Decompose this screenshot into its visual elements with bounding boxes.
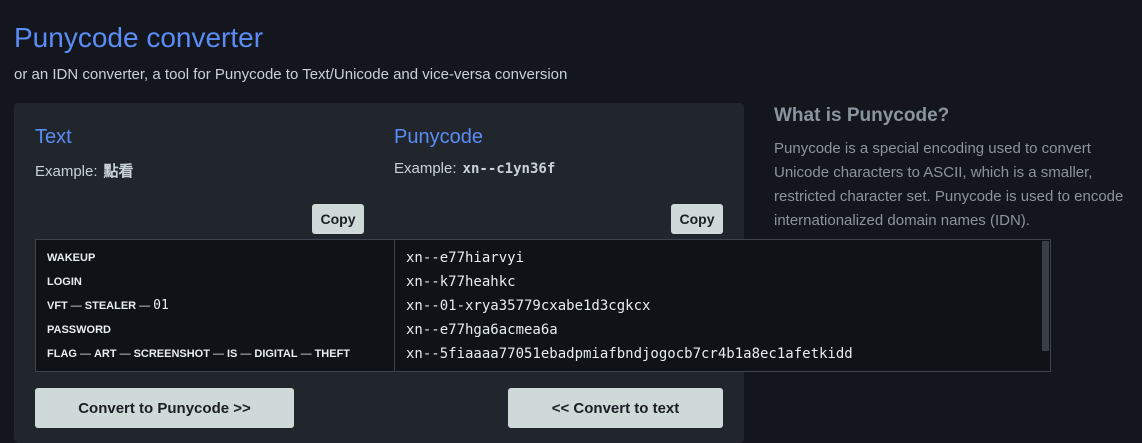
text-example-label: Example: (35, 163, 98, 180)
text-word: SCREENSHOT (133, 348, 210, 360)
punycode-line: xn--k77heahkc (406, 274, 516, 290)
separator-dash: — (139, 300, 151, 312)
separator-dash: — (119, 348, 131, 360)
conversion-io-box: WAKEUP LOGIN VFT — STEALER —01 PASSWORD FLAG — AR… (35, 239, 1051, 372)
text-line: VFT — STEALER —01 (47, 296, 394, 320)
separator-dash: — (70, 300, 82, 312)
text-word: LOGIN (47, 276, 82, 288)
text-word: 01 (153, 298, 169, 313)
text-word: DIGITAL (254, 348, 298, 360)
text-word: STEALER (84, 300, 137, 312)
info-heading: What is Punycode? (774, 105, 950, 126)
text-line: LOGIN (47, 272, 394, 296)
punycode-output-area[interactable]: xn--e77hiarvyi xn--k77heahkc xn--01-xrya35… (395, 240, 1043, 371)
text-word: FLAG (47, 348, 77, 360)
text-word: VFT (47, 300, 68, 312)
text-line: PASSWORD (47, 320, 394, 344)
text-word: THEFT (314, 348, 351, 360)
page-subtitle: or an IDN converter, a tool for Punycode… (14, 66, 568, 83)
punycode-column-heading: Punycode (394, 126, 483, 148)
punycode-example: Example: xn--c1yn36f (394, 160, 555, 177)
scrollbar[interactable] (1042, 241, 1049, 351)
text-word: IS (226, 348, 238, 360)
punycode-line: xn--5fiaaaa77051ebadpmiafbndjogocb7cr4b1… (406, 346, 853, 362)
convert-to-text-button[interactable]: << Convert to text (508, 388, 723, 428)
text-line: WAKEUP (47, 248, 394, 272)
text-word: PASSWORD (47, 324, 111, 336)
page-title: Punycode converter (14, 22, 264, 53)
text-example-value: 點看 (103, 163, 134, 180)
separator-dash: — (240, 348, 252, 360)
separator-dash: — (300, 348, 312, 360)
punycode-line: xn--e77hga6acmea6a (406, 322, 558, 338)
copy-text-button[interactable]: Copy (312, 204, 364, 234)
separator-dash: — (212, 348, 224, 360)
punycode-example-label: Example: (394, 160, 457, 177)
text-word: WAKEUP (47, 252, 96, 264)
convert-to-punycode-button[interactable]: Convert to Punycode >> (35, 388, 294, 428)
text-line: FLAG — ART — SCREENSHOT — IS — DIGITAL — THEFT (47, 344, 394, 368)
info-body: Punycode is a special encoding used to c… (774, 140, 1124, 229)
text-word: ART (93, 348, 117, 360)
punycode-line: xn--e77hiarvyi (406, 250, 525, 266)
punycode-example-value: xn--c1yn36f (462, 161, 556, 177)
copy-punycode-button[interactable]: Copy (671, 204, 723, 234)
text-input-area[interactable]: WAKEUP LOGIN VFT — STEALER —01 PASSWORD FLAG — AR… (36, 240, 395, 371)
text-example: Example: 點看 (35, 160, 134, 181)
text-column-heading: Text (35, 126, 72, 148)
punycode-line: xn--01-xrya35779cxabe1d3cgkcx (406, 298, 651, 314)
separator-dash: — (79, 348, 91, 360)
